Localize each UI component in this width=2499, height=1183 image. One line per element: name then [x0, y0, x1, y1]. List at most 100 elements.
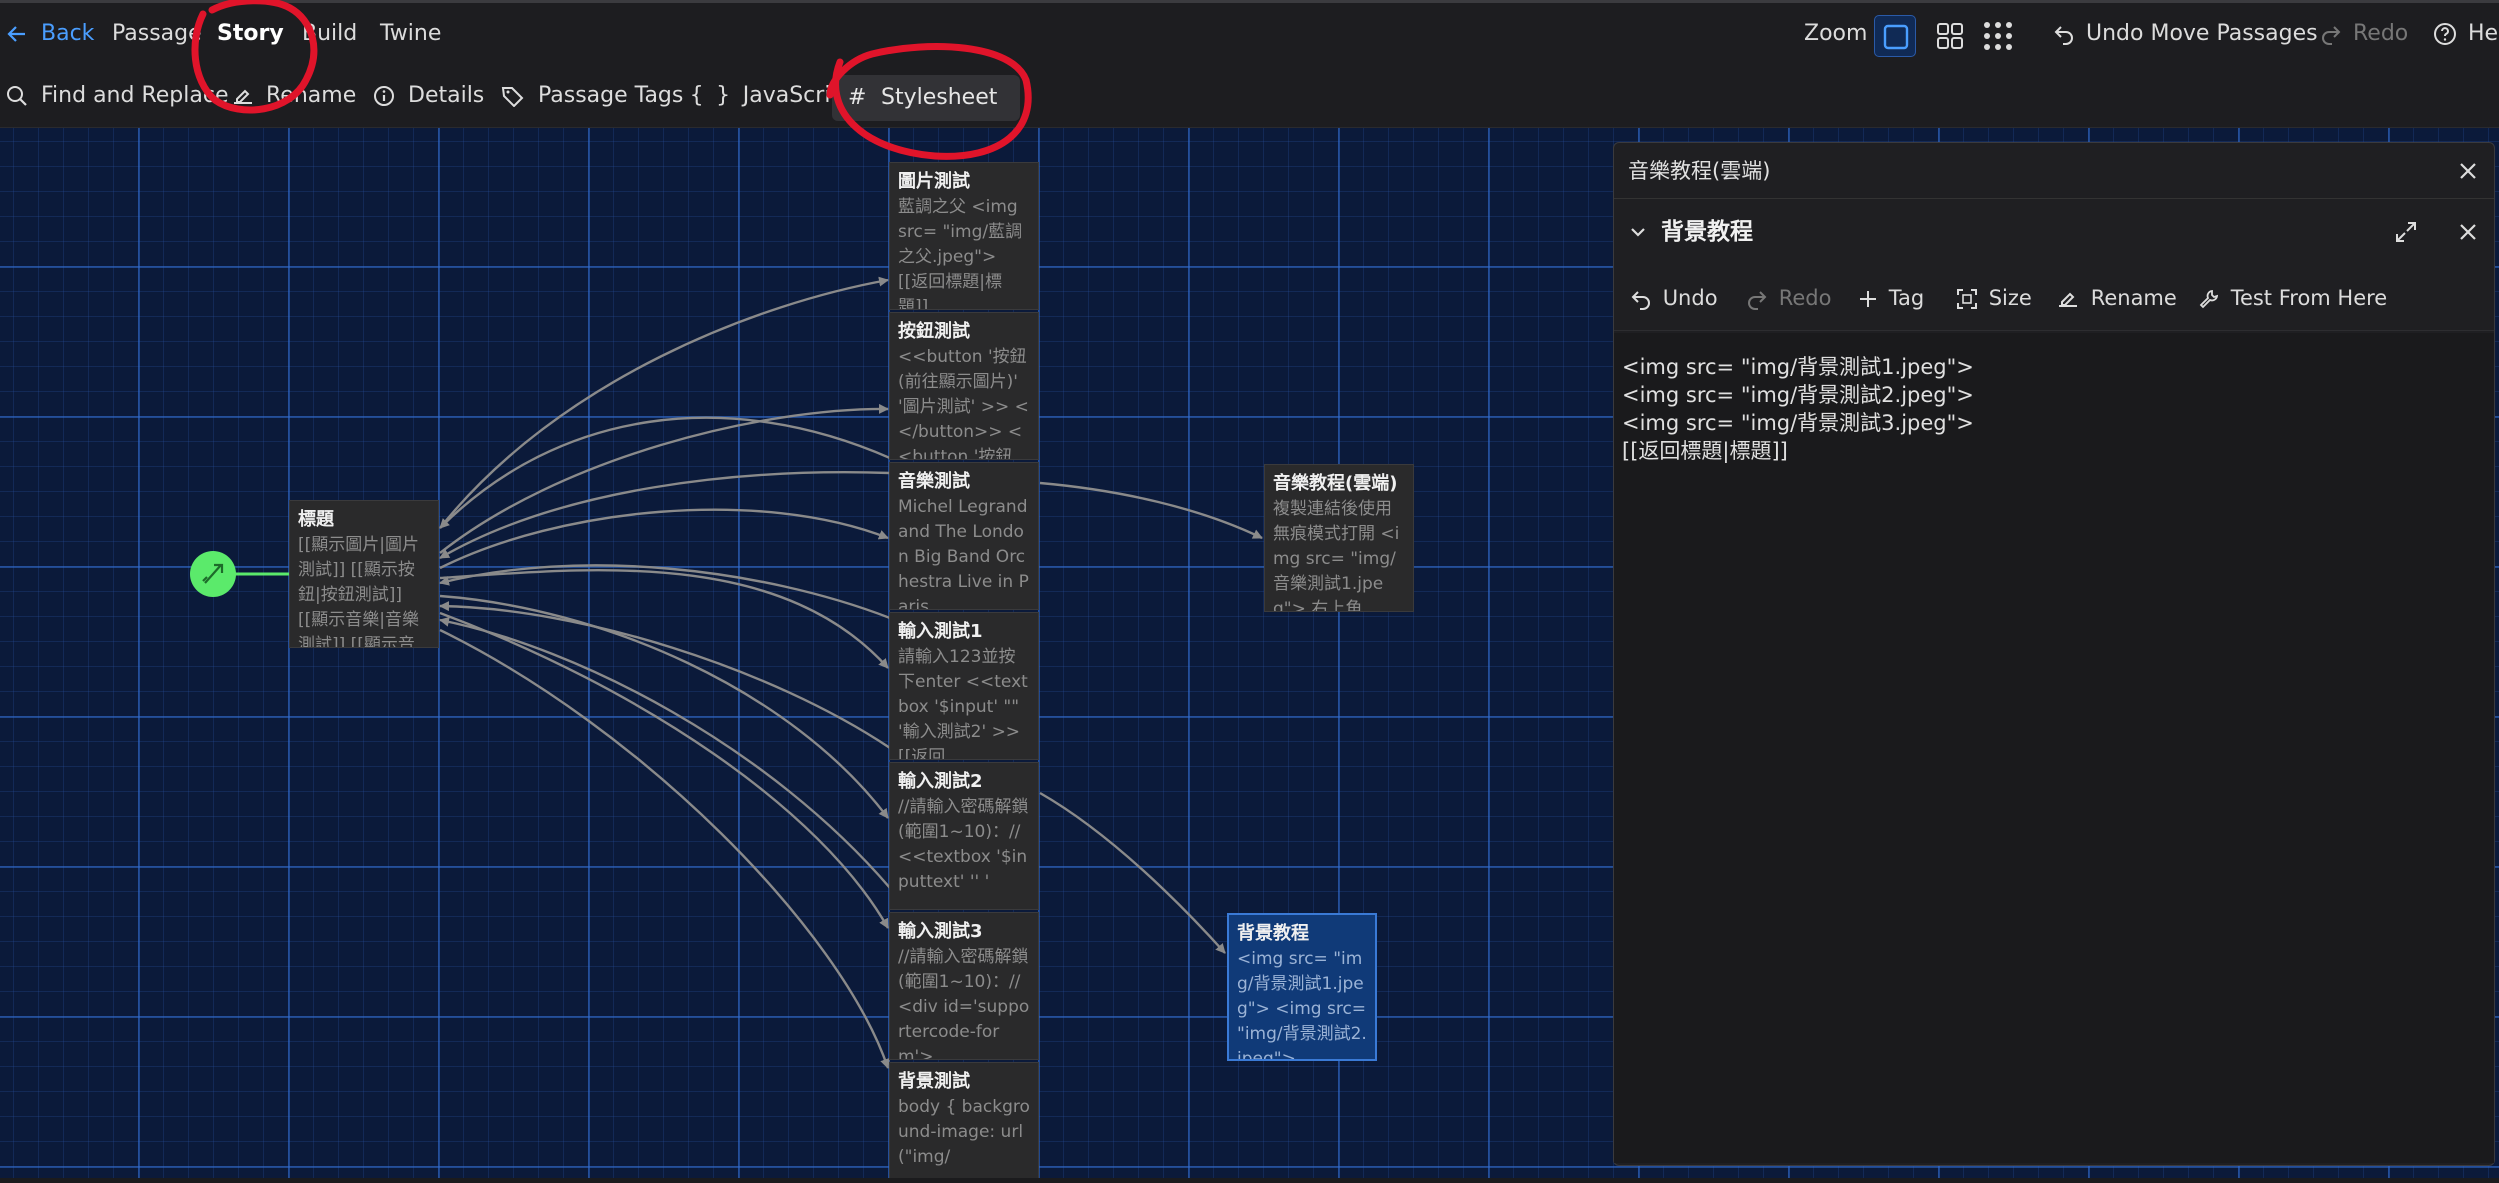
stylesheet-button[interactable]: # Stylesheet — [832, 75, 1020, 121]
story-toolbar: Find and Replace Rename Details Passage … — [0, 68, 2499, 128]
search-icon — [7, 86, 27, 106]
passage-card[interactable]: 輸入測試3 //請輸入密碼解鎖(範圍1~10)：// <div id='supp… — [889, 912, 1039, 1060]
passage-excerpt: 請輸入123並按下enter <<textbox '$input' "" '輸入… — [898, 647, 1028, 760]
redo-button[interactable]: Redo — [2320, 19, 2408, 49]
editor-line: <img src= "img/背景測試2.jpeg"> — [1622, 383, 1974, 407]
passage-text-editor[interactable]: <img src= "img/背景測試1.jpeg"> <img src= "i… — [1614, 333, 2494, 1163]
link-arrow — [1039, 791, 1226, 954]
javascript-button[interactable]: { } JavaScript — [690, 81, 853, 111]
passage-card-selected[interactable]: 背景教程 <img src= "img/背景測試1.jpeg"> <img sr… — [1227, 913, 1377, 1061]
passage-title: 輸入測試2 — [898, 771, 983, 792]
maximize-icon[interactable] — [2394, 220, 2418, 244]
zoom-60-button[interactable] — [1929, 15, 1971, 57]
collapsed-dialog-title: 音樂教程(雲端) — [1628, 159, 1771, 183]
passage-card[interactable]: 背景測試 body { background-image: url("img/ — [889, 1062, 1039, 1178]
passage-dialog-header[interactable]: 背景教程 — [1614, 201, 2494, 263]
redo-icon — [1748, 291, 1767, 310]
find-replace-label: Find and Replace — [41, 83, 229, 108]
size-button[interactable]: Size — [1956, 283, 2032, 313]
passage-card[interactable]: 按鈕測試 <<button '按鈕(前往顯示圖片)' '圖片測試' >> <</… — [889, 312, 1039, 460]
rename-button[interactable]: Rename — [231, 81, 356, 111]
passage-edit-dialog: 音樂教程(雲端) 背景教程 Undo Redo Tag Size Rename — [1613, 142, 2495, 1166]
zoom-100-button[interactable] — [1874, 15, 1916, 57]
redo-label: Redo — [1778, 286, 1832, 310]
close-icon[interactable] — [2458, 161, 2478, 181]
arrow-left-icon — [7, 26, 25, 42]
details-label: Details — [408, 83, 485, 108]
passage-card[interactable]: 輸入測試2 //請輸入密碼解鎖(範圍1~10)：// <<textbox '$i… — [889, 762, 1039, 910]
tab-twine[interactable]: Twine — [380, 19, 441, 49]
passage-excerpt: <<button '按鈕(前往顯示圖片)' '圖片測試' >> <</butto… — [898, 347, 1029, 460]
tab-build[interactable]: Build — [302, 19, 357, 49]
top-nav-bar: Back Passage Story Build Twine Zoom Undo… — [0, 0, 2499, 68]
undo-label: Undo — [1662, 286, 1718, 310]
undo-icon — [1631, 291, 1650, 310]
passage-card[interactable]: 標題 [[顯示圖片|圖片測試]] [[顯示按鈕|按鈕測試]] [[顯示音樂|音樂… — [289, 500, 439, 648]
info-icon — [374, 86, 394, 106]
details-button[interactable]: Details — [373, 81, 484, 111]
rename-icon — [2059, 292, 2077, 307]
passage-title: 輸入測試3 — [898, 921, 983, 942]
passage-tags-button[interactable]: Passage Tags — [501, 81, 683, 111]
back-button[interactable]: Back — [6, 19, 94, 49]
wrench-icon — [2199, 289, 2219, 309]
add-tag-button[interactable]: Tag — [1858, 283, 1924, 313]
back-label: Back — [41, 21, 95, 46]
editor-line: <img src= "img/背景測試3.jpeg"> — [1622, 411, 1974, 435]
passage-title: 背景測試 — [898, 1071, 970, 1092]
passage-toolbar: Undo Redo Tag Size Rename Test From Here — [1614, 265, 2494, 331]
editor-line: [[返回標題|標題]] — [1622, 439, 1788, 463]
hash-icon: # — [848, 85, 867, 110]
passage-card[interactable]: 音樂測試 Michel Legrand and The London Big B… — [889, 462, 1039, 610]
grid-4-icon — [1937, 23, 1963, 49]
passage-card[interactable]: 音樂教程(雲端) 複製連結後使用無痕模式打開 <img src= "img/音樂… — [1264, 464, 1414, 612]
tab-passage[interactable]: Passage — [112, 19, 202, 49]
test-from-here-button[interactable]: Test From Here — [2198, 283, 2387, 313]
passage-excerpt: //請輸入密碼解鎖(範圍1~10)：// <div id='supporterc… — [898, 947, 1030, 1060]
undo-button[interactable]: Undo — [1630, 283, 1718, 313]
grid-9-icon — [1984, 22, 2012, 50]
size-label: Size — [1988, 286, 2032, 310]
tag-icon — [501, 87, 524, 107]
passage-card[interactable]: 圖片測試 藍調之父 <img src= "img/藍調之父.jpeg"> [[返… — [889, 162, 1039, 310]
link-arrow — [439, 601, 891, 749]
passage-excerpt: Michel Legrand and The London Big Band O… — [898, 497, 1033, 610]
link-arrow — [1039, 481, 1263, 540]
zoom-label: Zoom — [1804, 21, 1868, 46]
passage-card[interactable]: 輸入測試1 請輸入123並按下enter <<textbox '$input' … — [889, 612, 1039, 760]
passage-excerpt: //請輸入密碼解鎖(範圍1~10)：// <<textbox '$inputte… — [898, 797, 1029, 892]
undo-label: Undo Move Passages — [2086, 21, 2318, 46]
redo-button[interactable]: Redo — [1746, 283, 1831, 313]
redo-label: Redo — [2353, 21, 2409, 46]
stylesheet-label: Stylesheet — [881, 85, 998, 110]
passage-dialog-title: 背景教程 — [1661, 219, 1753, 245]
undo-icon — [2054, 26, 2073, 45]
tag-label: Tag — [1888, 286, 1925, 310]
passage-title: 輸入測試1 — [898, 621, 983, 642]
tab-story[interactable]: Story — [217, 19, 284, 49]
passage-tags-label: Passage Tags — [538, 83, 684, 108]
link-arrow — [439, 508, 889, 570]
link-arrow — [439, 611, 890, 929]
link-arrow — [439, 403, 889, 554]
zoom-30-button[interactable] — [1977, 15, 2019, 57]
collapsed-dialog-header[interactable]: 音樂教程(雲端) — [1614, 143, 2494, 199]
link-arrow — [439, 471, 891, 560]
rename-passage-button[interactable]: Rename — [2056, 283, 2177, 313]
passage-title: 按鈕測試 — [898, 321, 970, 342]
editor-line: <img src= "img/背景測試1.jpeg"> — [1622, 355, 1974, 379]
link-arrow — [439, 616, 891, 889]
close-icon[interactable] — [2458, 222, 2478, 242]
rename-icon — [234, 89, 252, 104]
link-arrow — [439, 276, 889, 529]
find-replace-button[interactable]: Find and Replace — [6, 81, 228, 111]
passage-excerpt: body { background-image: url("img/ — [898, 1097, 1030, 1167]
passage-title: 背景教程 — [1237, 923, 1309, 944]
test-from-here-label: Test From Here — [2230, 286, 2388, 310]
chevron-down-icon[interactable] — [1628, 222, 1648, 242]
help-button[interactable]: Help — [2433, 19, 2499, 49]
link-arrow — [439, 628, 890, 1069]
passage-title: 音樂教程(雲端) — [1273, 473, 1398, 494]
undo-button[interactable]: Undo Move Passages — [2053, 19, 2318, 49]
passage-excerpt: [[顯示圖片|圖片測試]] [[顯示按鈕|按鈕測試]] [[顯示音樂|音樂測試]… — [298, 535, 419, 648]
